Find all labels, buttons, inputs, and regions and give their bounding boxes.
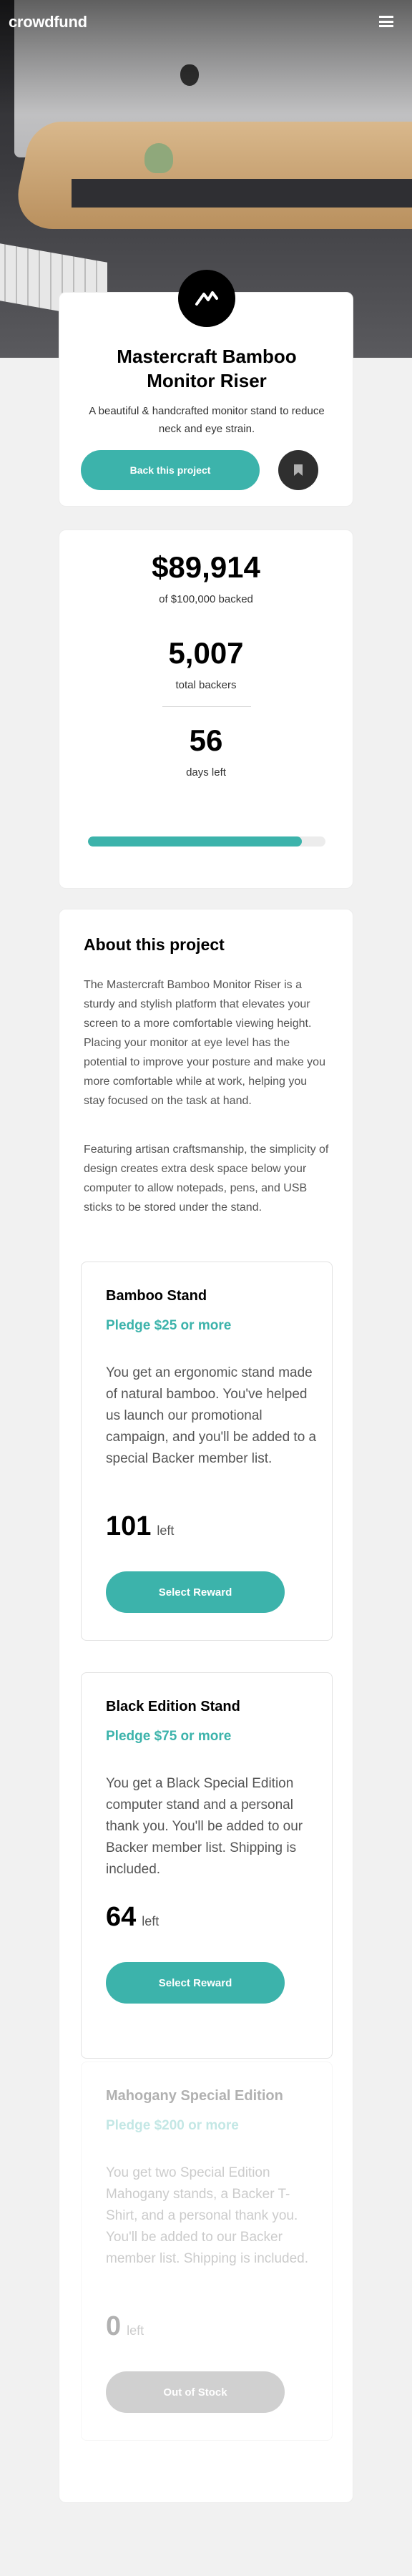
reward-remaining: 101 left bbox=[106, 1511, 174, 1542]
about-paragraph: Featuring artisan craftsmanship, the sim… bbox=[84, 1143, 329, 1214]
bookmark-icon bbox=[294, 464, 303, 476]
project-intro-card: Mastercraft Bamboo Monitor Riser A beaut… bbox=[59, 270, 353, 507]
project-description: A beautiful & handcrafted monitor stand … bbox=[89, 405, 325, 435]
back-project-button[interactable]: Back this project bbox=[81, 450, 260, 490]
days-left: 56 bbox=[189, 723, 223, 757]
reward-black-edition: Black Edition Stand Pledge $75 or more Y… bbox=[81, 1672, 333, 2059]
about-paragraph: The Mastercraft Bamboo Monitor Riser is … bbox=[84, 979, 325, 1107]
desk-figurine bbox=[144, 143, 173, 173]
progress-fill bbox=[88, 836, 302, 847]
hamburger-icon[interactable] bbox=[379, 16, 393, 27]
backers-label: total backers bbox=[175, 679, 237, 691]
backed-amount: $89,914 bbox=[152, 550, 260, 584]
out-of-stock-button: Out of Stock bbox=[106, 2371, 285, 2413]
reward-pledge: Pledge $75 or more bbox=[106, 1729, 232, 1744]
reward-remaining: 64 left bbox=[106, 1902, 159, 1933]
reward-left-count: 101 bbox=[106, 1511, 152, 1541]
mastercraft-logo-icon bbox=[178, 270, 235, 327]
select-reward-button[interactable]: Select Reward bbox=[106, 1962, 285, 2004]
reward-left-label: left bbox=[157, 1523, 175, 1538]
reward-title: Mahogany Special Edition bbox=[106, 2088, 283, 2104]
days-label: days left bbox=[186, 766, 226, 779]
reward-description: You get a Black Special Edition computer… bbox=[106, 1776, 303, 1877]
about-card: About this project The Mastercraft Bambo… bbox=[59, 909, 353, 2503]
about-title: About this project bbox=[84, 935, 225, 954]
stats-divider bbox=[162, 706, 251, 707]
reward-mahogany-edition: Mahogany Special Edition Pledge $200 or … bbox=[81, 2062, 333, 2441]
reward-title: Bamboo Stand bbox=[106, 1288, 207, 1304]
total-backers: 5,007 bbox=[168, 636, 244, 670]
reward-left-label: left bbox=[142, 1914, 160, 1928]
select-reward-button[interactable]: Select Reward bbox=[106, 1571, 285, 1613]
bamboo-stand-illustration bbox=[10, 122, 412, 229]
bookmark-button[interactable] bbox=[278, 450, 318, 490]
reward-left-label: left bbox=[127, 2323, 144, 2338]
progress-bar bbox=[88, 836, 325, 847]
reward-title: Black Edition Stand bbox=[106, 1699, 240, 1714]
stats-card: $89,914 of $100,000 backed 5,007 total b… bbox=[59, 530, 353, 889]
reward-bamboo-stand: Bamboo Stand Pledge $25 or more You get … bbox=[81, 1262, 333, 1641]
stand-shadow bbox=[72, 179, 412, 208]
site-logo[interactable]: crowdfund bbox=[9, 13, 87, 31]
project-title: Mastercraft Bamboo Monitor Riser bbox=[117, 346, 297, 391]
reward-pledge: Pledge $25 or more bbox=[106, 1318, 232, 1333]
reward-left-count: 0 bbox=[106, 2311, 122, 2341]
reward-remaining: 0 left bbox=[106, 2311, 144, 2342]
backed-label: of $100,000 backed bbox=[159, 593, 253, 605]
reward-description: You get two Special Edition Mahogany sta… bbox=[106, 2165, 309, 2266]
reward-left-count: 64 bbox=[106, 1902, 137, 1932]
reward-pledge: Pledge $200 or more bbox=[106, 2118, 239, 2133]
reward-description: You get an ergonomic stand made of natur… bbox=[106, 1365, 317, 1466]
